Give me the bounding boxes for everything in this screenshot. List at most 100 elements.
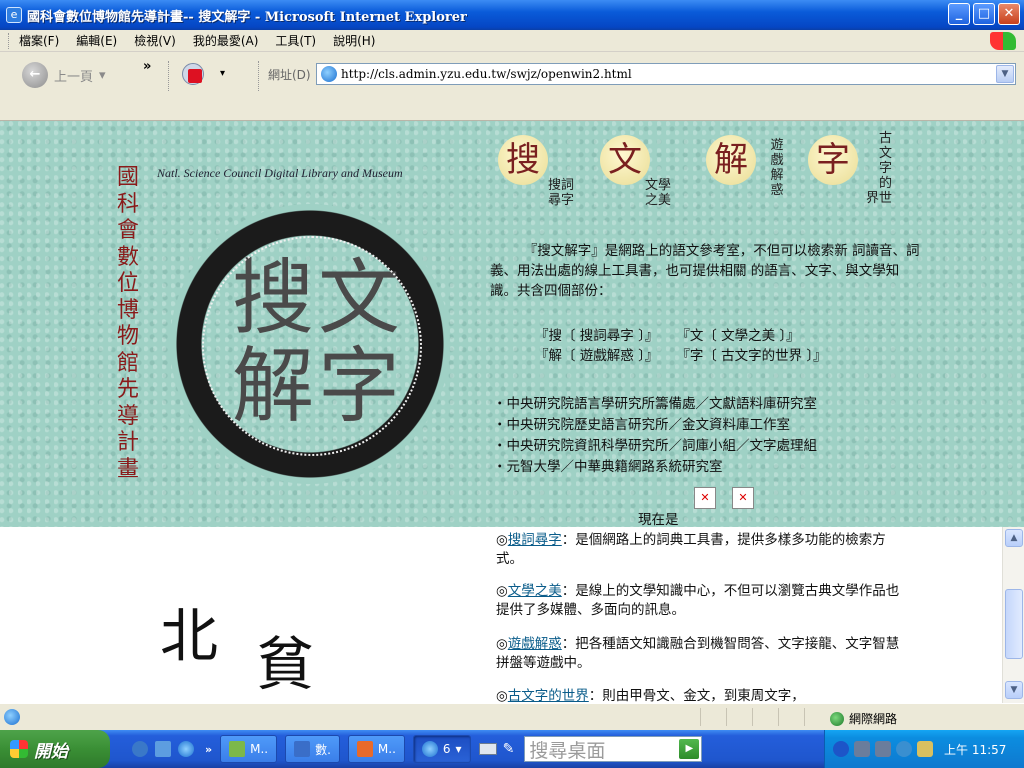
maximize-button[interactable]: □ — [973, 3, 995, 25]
messenger-icon[interactable] — [917, 741, 933, 757]
desc-text: ：則由甲骨文、金文，到東周文字， — [588, 688, 805, 703]
task-label: M.. — [377, 742, 396, 756]
ie-app-icon: e — [6, 7, 22, 23]
vertical-title-char: 博 — [116, 297, 139, 323]
vertical-title-char: 先 — [116, 377, 139, 402]
calligraphy-char: 貧 — [256, 630, 315, 698]
calligraphy-char: 北 — [160, 602, 219, 670]
keyboard-icon[interactable] — [478, 743, 497, 755]
quick-launch-more-icon[interactable]: » — [205, 743, 212, 756]
desc-link-literature[interactable]: 文學之美 — [508, 583, 562, 599]
menu-grip[interactable] — [8, 32, 11, 49]
vertical-title-char: 國 — [116, 165, 139, 190]
nav-ancient-script-button[interactable]: 字 — [808, 135, 858, 185]
org-item: ・中央研究院語言學研究所籌備處／文獻語料庫研究室 — [493, 396, 817, 412]
nav-label-line: 古 — [878, 131, 892, 146]
status-pane — [804, 708, 830, 726]
media-player-icon[interactable] — [132, 741, 148, 757]
status-pane — [778, 708, 804, 726]
nav-search-button[interactable]: 搜 — [498, 135, 548, 185]
desc-prefix: ◎ — [496, 583, 508, 599]
page-content: 國科會數位博物館先導計畫 Natl. Science Council Digit… — [0, 121, 1024, 703]
scroll-thumb[interactable] — [1005, 589, 1023, 659]
windows-logo-icon — [990, 32, 1016, 50]
desc-item: ◎文學之美：是線上的文學知識中心，不但可以瀏覽古典文學作品也提供了多媒體、多面向… — [496, 582, 906, 620]
scroll-up-icon[interactable]: ▲ — [1005, 529, 1023, 547]
vertical-title-char: 畫 — [116, 456, 139, 482]
nav-label-line: 之美 — [645, 193, 672, 208]
seal-logo: 搜 文 解 字 — [170, 204, 450, 484]
task-button[interactable]: M.. — [347, 735, 405, 763]
menu-edit[interactable]: 編輯(E) — [76, 32, 117, 49]
nav-game-button[interactable]: 解 — [706, 135, 756, 185]
task-button[interactable]: 數. — [285, 735, 340, 763]
pdf-button[interactable] — [182, 63, 212, 87]
network-icon[interactable] — [875, 741, 891, 757]
toolbar-more-icon[interactable]: » — [143, 59, 151, 74]
desc-link-search[interactable]: 搜詞尋字 — [508, 532, 562, 548]
scroll-down-icon[interactable]: ▼ — [1005, 681, 1023, 699]
acrobat-icon — [188, 69, 202, 83]
task-label: 6 — [442, 742, 451, 756]
nav-search-label[interactable]: 搜詞 尋字 — [548, 178, 574, 208]
page-status-icon — [4, 709, 20, 725]
nav-ancient-script-label[interactable]: 古 文 字 的 界世 — [856, 131, 892, 206]
org-list: ・中央研究院語言學研究所籌備處／文獻語料庫研究室 ・中央研究院歷史語言研究所／金… — [493, 394, 817, 478]
part-item: 『文〔 文學之美 〕』 — [676, 328, 800, 344]
nav-literature-label[interactable]: 文學 之美 — [645, 178, 671, 208]
desc-link-game[interactable]: 遊戲解惑 — [508, 636, 562, 652]
network-icon[interactable] — [854, 741, 870, 757]
back-dropdown-icon[interactable]: ▾ — [99, 68, 106, 83]
status-panes — [700, 708, 830, 726]
nav-label-line: 戲 — [770, 153, 784, 168]
desc-link-ancient-script[interactable]: 古文字的世界 — [508, 688, 589, 703]
back-button[interactable]: ← 上一頁 ▾ — [22, 62, 106, 88]
address-label: 網址(D) — [268, 68, 311, 82]
pen-icon[interactable]: ✎ — [503, 741, 515, 757]
task-label: M.. — [250, 742, 269, 756]
menu-help[interactable]: 說明(H) — [333, 32, 375, 49]
vertical-title-char: 科 — [116, 191, 139, 217]
title-bar[interactable]: e 國科會數位博物館先導計畫-- 搜文解字 - Microsoft Intern… — [0, 0, 1024, 30]
clock: 上午 11:57 — [944, 742, 1007, 757]
task-button-ie-group[interactable]: 6 ▾ — [412, 735, 471, 763]
nav-label-line: 惑 — [770, 183, 784, 198]
vertical-title-char: 位 — [116, 271, 139, 296]
start-button[interactable]: 開始 — [0, 730, 110, 768]
menu-bar: 檔案(F) 編輯(E) 檢視(V) 我的最愛(A) 工具(T) 說明(H) — [0, 30, 1024, 52]
minimize-button[interactable]: _ — [948, 3, 970, 25]
address-bar[interactable]: http://cls.admin.yzu.edu.tw/swjz/openwin… — [316, 63, 1016, 85]
task-button[interactable]: M.. — [220, 735, 278, 763]
pdf-dropdown-icon[interactable]: ▾ — [220, 68, 225, 79]
search-go-icon[interactable]: ▶ — [679, 739, 700, 759]
globe-icon — [830, 711, 844, 726]
window-controls: _ □ ✕ — [948, 3, 1020, 25]
task-group-dropdown-icon: ▾ — [455, 742, 462, 756]
broken-image-icon: ✕ — [694, 487, 716, 509]
menu-favorites[interactable]: 我的最愛(A) — [193, 32, 259, 49]
address-dropdown-icon[interactable]: ▼ — [996, 65, 1014, 83]
nav-label-line: 字 — [878, 161, 892, 176]
address-input[interactable]: http://cls.admin.yzu.edu.tw/swjz/openwin… — [341, 67, 632, 81]
nav-game-label[interactable]: 遊 戲 解 惑 — [762, 138, 792, 198]
desktop-search-input[interactable]: 搜尋桌面 ▶ — [524, 736, 703, 762]
close-button[interactable]: ✕ — [998, 3, 1020, 25]
back-arrow-icon: ← — [22, 62, 48, 88]
org-item: ・中央研究院歷史語言研究所／金文資料庫工作室 — [493, 417, 790, 433]
desktop-icon[interactable] — [155, 741, 171, 757]
vertical-scrollbar[interactable]: ▲ ▼ — [1002, 527, 1024, 703]
nav-label-line: 界世 — [865, 191, 892, 206]
ie-icon[interactable] — [178, 741, 194, 757]
tray-expand-icon[interactable] — [833, 741, 849, 757]
part-item: 『搜〔 搜詞尋字 〕』 — [535, 328, 659, 344]
intro-paragraph: 『搜文解字』是網路上的語文參考室，不但可以檢索新 詞讀音、詞義、用法出處的線上工… — [490, 243, 920, 299]
intro-text: 『搜文解字』是網路上的語文參考室，不但可以檢索新 詞讀音、詞義、用法出處的線上工… — [490, 241, 920, 301]
lower-section: 北 貧 ◎搜詞尋字：是個網路上的詞典工具書，提供多樣多功能的檢索方式。 ◎文學之… — [0, 527, 1000, 703]
search-tray-icon[interactable] — [896, 741, 912, 757]
nav-literature-button[interactable]: 文 — [600, 135, 650, 185]
menu-view[interactable]: 檢視(V) — [134, 32, 176, 49]
menu-tools[interactable]: 工具(T) — [275, 32, 316, 49]
menu-file[interactable]: 檔案(F) — [19, 32, 59, 49]
ie-icon — [421, 741, 438, 757]
security-zone: 網際網路 — [830, 710, 897, 727]
